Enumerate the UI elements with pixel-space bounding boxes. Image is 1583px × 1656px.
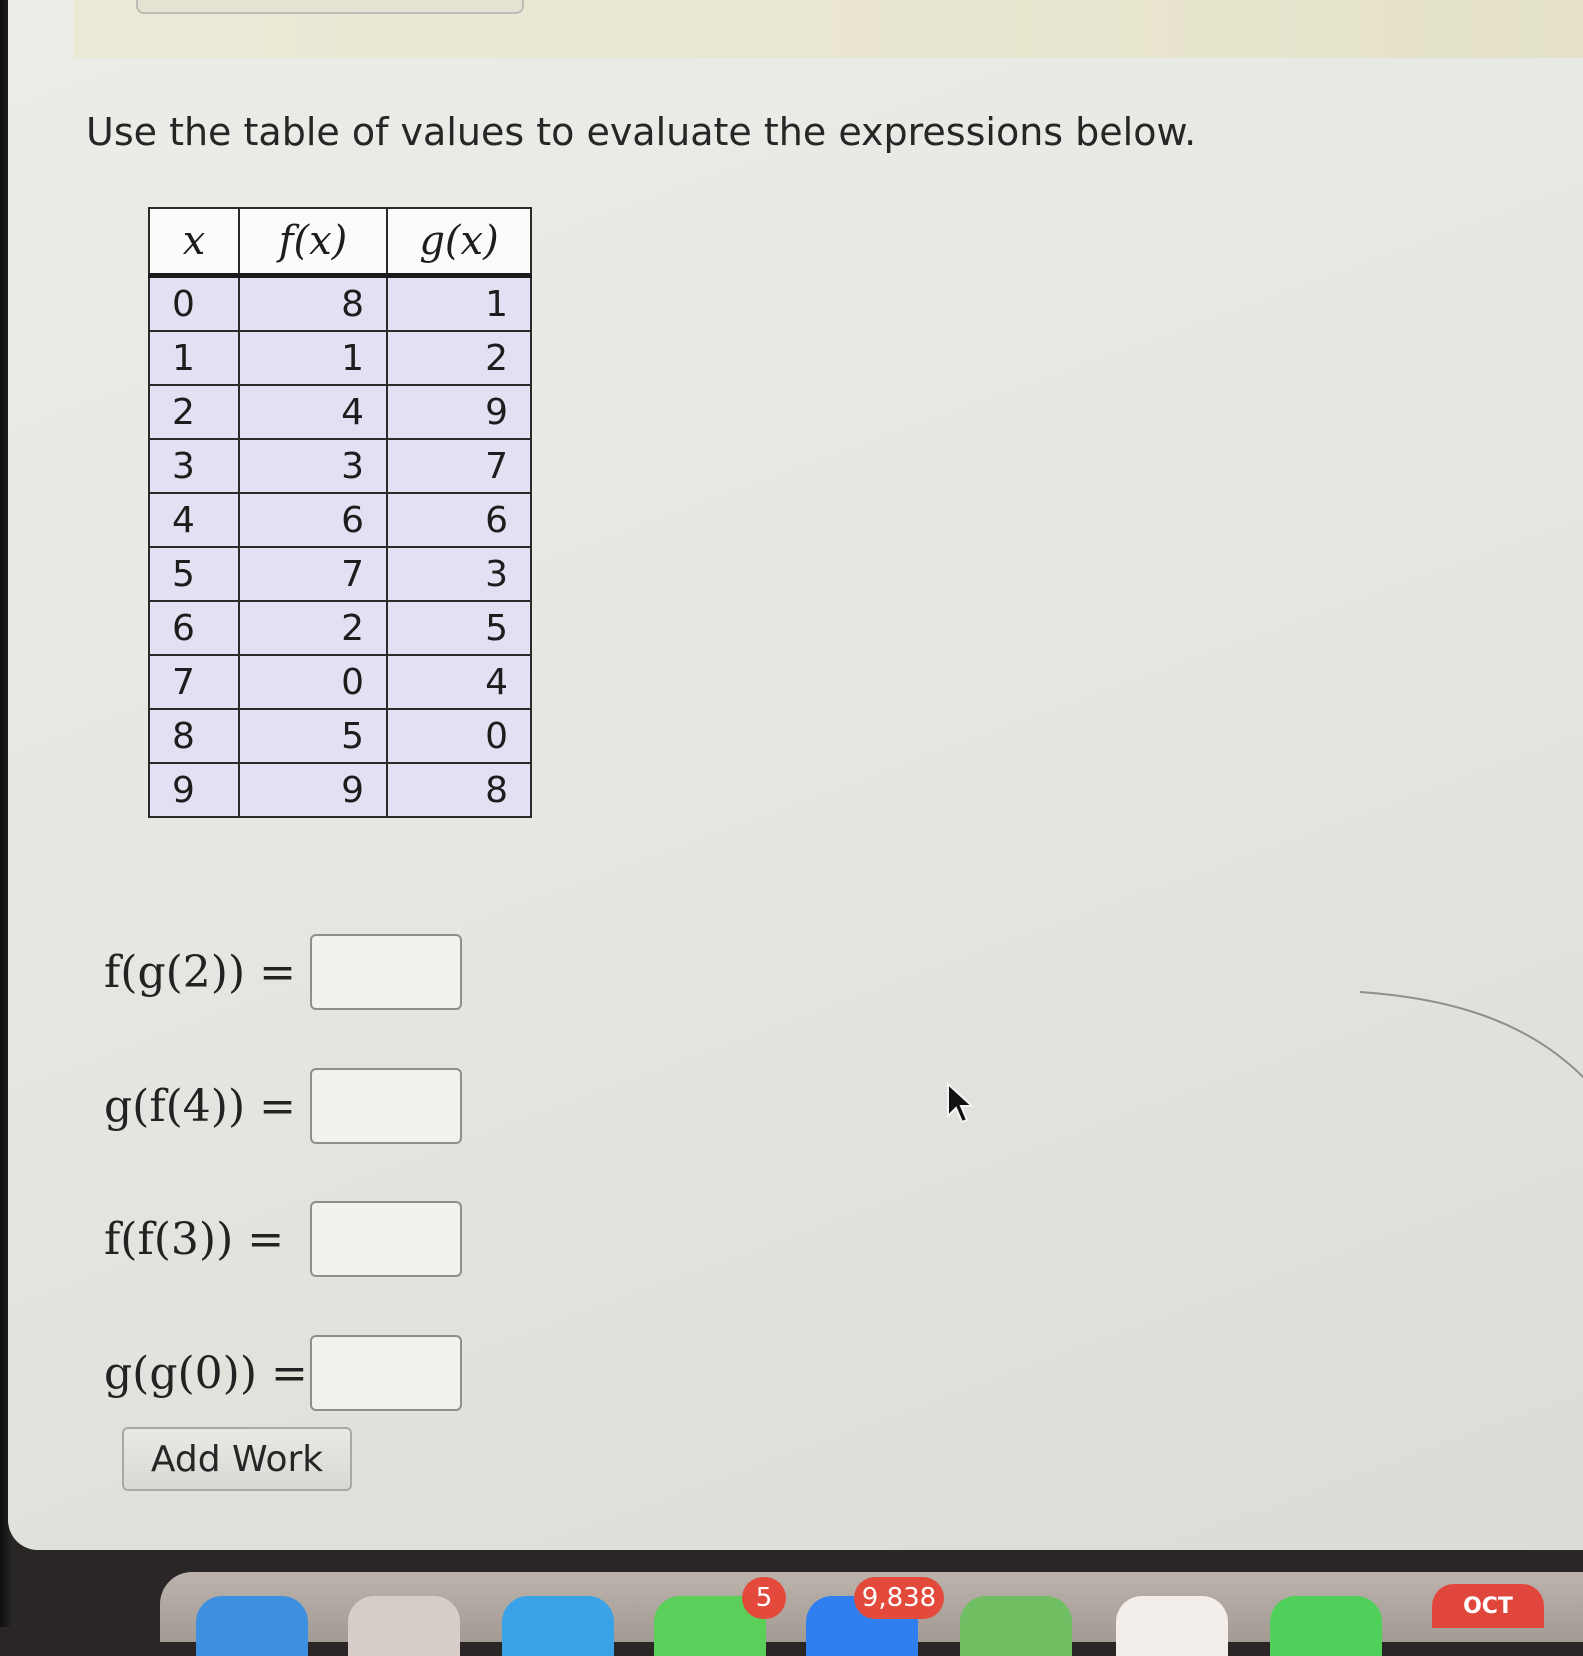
- cell-g: 1: [386, 274, 532, 332]
- expression-row-gg0: g(g(0)) =: [104, 1333, 462, 1413]
- answer-input-ff3[interactable]: [310, 1201, 462, 1277]
- expression-row-gf4: g(f(4)) =: [104, 1066, 462, 1146]
- cell-f: 7: [238, 546, 388, 602]
- table-row: 6 2 5: [148, 600, 532, 656]
- photos-icon[interactable]: [1116, 1596, 1228, 1656]
- cell-g: 4: [386, 654, 532, 710]
- answer-input-gg0[interactable]: [310, 1335, 462, 1411]
- cell-x: 3: [148, 438, 240, 494]
- table-row: 4 6 6: [148, 492, 532, 548]
- cell-x: 4: [148, 492, 240, 548]
- cell-g: 2: [386, 330, 532, 386]
- cell-f: 9: [238, 762, 388, 818]
- header-x: x: [148, 207, 240, 278]
- cell-f: 1: [238, 330, 388, 386]
- cell-x: 7: [148, 654, 240, 710]
- header-g: g(x): [386, 207, 532, 278]
- top-button-edge[interactable]: [136, 0, 524, 14]
- expression-label-ff3: f(f(3)) =: [104, 1213, 285, 1265]
- table-row: 7 0 4: [148, 654, 532, 710]
- table-row: 2 4 9: [148, 384, 532, 440]
- calendar-icon[interactable]: OCT: [1432, 1584, 1544, 1628]
- launchpad-icon[interactable]: [348, 1596, 460, 1656]
- facetime-icon[interactable]: [1270, 1596, 1382, 1656]
- question-instructions: Use the table of values to evaluate the …: [86, 110, 1197, 154]
- maps-icon[interactable]: [960, 1596, 1072, 1656]
- table-row: 5 7 3: [148, 546, 532, 602]
- add-work-button[interactable]: Add Work: [122, 1427, 352, 1491]
- mail-badge: 9,838: [854, 1577, 944, 1619]
- answer-input-gf4[interactable]: [310, 1068, 462, 1144]
- cell-g: 5: [386, 600, 532, 656]
- table-row: 3 3 7: [148, 438, 532, 494]
- cell-x: 8: [148, 708, 240, 764]
- cell-f: 5: [238, 708, 388, 764]
- cell-f: 3: [238, 438, 388, 494]
- values-table: x f(x) g(x) 0 8 1 1 1 2 2 4 9 3 3 7 4 6 …: [148, 207, 532, 818]
- browser-content: Use the table of values to evaluate the …: [8, 0, 1583, 1550]
- table-row: 1 1 2: [148, 330, 532, 386]
- expression-label-fg2: f(g(2)) =: [104, 946, 296, 998]
- expression-row-fg2: f(g(2)) =: [104, 932, 462, 1012]
- safari-icon[interactable]: [502, 1596, 614, 1656]
- expression-label-gf4: g(f(4)) =: [104, 1080, 296, 1132]
- cell-g: 9: [386, 384, 532, 440]
- cell-x: 5: [148, 546, 240, 602]
- cell-g: 0: [386, 708, 532, 764]
- answer-input-fg2[interactable]: [310, 934, 462, 1010]
- cell-f: 6: [238, 492, 388, 548]
- cell-g: 3: [386, 546, 532, 602]
- cell-f: 0: [238, 654, 388, 710]
- cell-f: 2: [238, 600, 388, 656]
- cell-x: 9: [148, 762, 240, 818]
- mouse-cursor-icon: [947, 1082, 975, 1124]
- cell-x: 0: [148, 274, 240, 332]
- cell-g: 6: [386, 492, 532, 548]
- expression-row-ff3: f(f(3)) =: [104, 1199, 462, 1279]
- cell-f: 4: [238, 384, 388, 440]
- cell-f: 8: [238, 274, 388, 332]
- finder-icon[interactable]: [196, 1596, 308, 1656]
- expression-label-gg0: g(g(0)) =: [104, 1347, 308, 1399]
- table-header-row: x f(x) g(x): [148, 207, 532, 278]
- cell-x: 2: [148, 384, 240, 440]
- table-row: 0 8 1: [148, 274, 532, 332]
- messages-badge: 5: [742, 1577, 786, 1619]
- table-row: 8 5 0: [148, 708, 532, 764]
- cell-x: 1: [148, 330, 240, 386]
- header-f: f(x): [238, 207, 388, 278]
- cell-g: 7: [386, 438, 532, 494]
- cell-g: 8: [386, 762, 532, 818]
- screen-smudge-mark: [1359, 991, 1583, 1079]
- cell-x: 6: [148, 600, 240, 656]
- table-row: 9 9 8: [148, 762, 532, 818]
